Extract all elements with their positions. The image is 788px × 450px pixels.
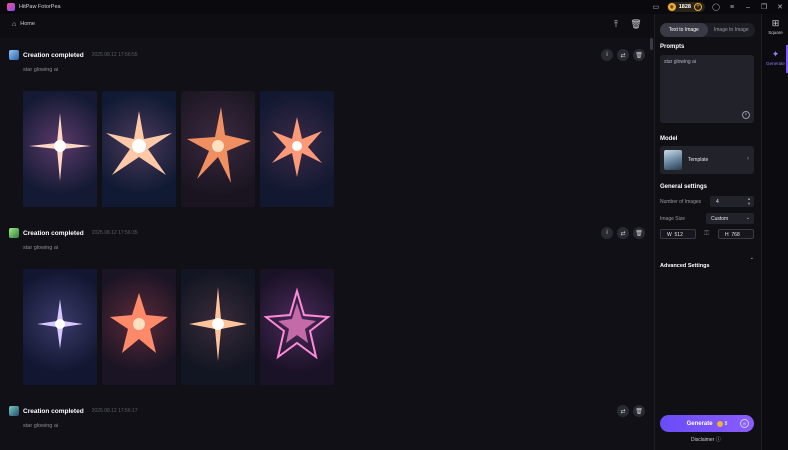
home-icon: ⌂	[12, 20, 17, 28]
height-value: 768	[731, 232, 740, 238]
prompt-value: star glowing ai	[664, 59, 696, 65]
delete-icon[interactable]: 🗑	[633, 49, 645, 61]
generated-image[interactable]	[23, 91, 97, 207]
export-icon[interactable]: ⤒	[606, 14, 626, 34]
user-icon[interactable]: ◯	[708, 0, 724, 14]
add-credits-button[interactable]: +	[694, 3, 702, 11]
title-bar: HitPaw FotorPea ▭ ◉ 1828 + ◯ ≡ – ❐ ✕	[0, 0, 788, 14]
minimize-icon[interactable]: –	[740, 0, 756, 14]
card-prompt: star glowing ai	[23, 245, 59, 251]
tab-image-to-image[interactable]: Image to Image	[708, 23, 756, 37]
results-feed: Creation completed 2025.08.12 17:56:55 i…	[0, 38, 654, 450]
width-label: W	[667, 232, 672, 238]
card-date: 2025.08.12 17:56:35	[91, 230, 138, 236]
card-thumbnail	[9, 50, 19, 60]
generate-cost: 8	[724, 420, 728, 427]
card-prompt: star glowing ai	[23, 67, 59, 73]
rail-item-generate[interactable]: ✦ Generate	[762, 49, 788, 66]
coin-icon: ◉	[667, 3, 676, 11]
clock-icon[interactable]: ◷	[740, 419, 749, 428]
generated-image[interactable]	[181, 91, 255, 207]
card-date: 2025.08.12 17:56:17	[91, 408, 138, 414]
advanced-settings-toggle[interactable]: Advanced Settings ⌄	[660, 254, 754, 269]
tab-text-to-image[interactable]: Text to Image	[660, 23, 708, 37]
disclaimer-link[interactable]: Disclaimer ⓘ	[691, 436, 721, 443]
coin-icon	[716, 420, 723, 427]
prompts-title: Prompts	[660, 44, 685, 50]
regenerate-icon[interactable]: ⇄	[617, 405, 629, 417]
aspect-lock-icon[interactable]: ⚿	[704, 230, 709, 238]
generated-image[interactable]	[260, 91, 334, 207]
card-title: Creation completed	[23, 407, 84, 415]
rail-label: Square	[768, 30, 783, 35]
width-field[interactable]: W 512	[660, 229, 696, 239]
image-size-select[interactable]: Custom ⌄	[706, 213, 754, 224]
height-label: H	[725, 232, 729, 238]
rail-item-square[interactable]: ⊞ Square	[762, 18, 788, 35]
chevron-right-icon: ›	[747, 156, 749, 162]
card-thumbnail	[9, 228, 19, 238]
chevron-down-icon: ⌄	[749, 255, 754, 261]
home-label: Home	[20, 21, 35, 27]
model-title: Model	[660, 136, 678, 142]
num-images-value: 4	[716, 199, 719, 205]
advanced-settings-label: Advanced Settings	[660, 263, 710, 269]
prompt-input[interactable]: star glowing ai ×	[660, 55, 754, 123]
result-card: Creation completed 2025.08.12 17:56:55 i…	[0, 38, 654, 217]
delete-all-icon[interactable]: 🗑	[626, 14, 646, 34]
credits-badge[interactable]: ◉ 1828 +	[666, 2, 705, 12]
generated-image[interactable]	[181, 269, 255, 385]
disclaimer-label: Disclaimer	[691, 437, 715, 443]
rail-label: Generate	[766, 61, 785, 66]
info-icon[interactable]: i	[601, 227, 613, 239]
restore-icon[interactable]: ❐	[756, 0, 772, 14]
card-date: 2025.08.12 17:56:55	[91, 52, 138, 58]
credits-count: 1828	[678, 4, 691, 10]
info-icon[interactable]: i	[601, 49, 613, 61]
feed-scrollbar[interactable]	[650, 38, 653, 50]
menu-icon[interactable]: ≡	[724, 0, 740, 14]
card-prompt: star glowing ai	[23, 423, 59, 429]
chevron-down-icon: ⌄	[745, 215, 750, 221]
generated-image[interactable]	[102, 91, 176, 207]
height-field[interactable]: H 768	[718, 229, 754, 239]
generated-image[interactable]	[102, 269, 176, 385]
sparkle-icon: ✦	[771, 49, 780, 59]
app-title: HitPaw FotorPea	[19, 4, 61, 10]
delete-icon[interactable]: 🗑	[633, 227, 645, 239]
stepper-arrows-icon[interactable]: ▲ ▼	[747, 196, 751, 206]
regenerate-icon[interactable]: ⇄	[617, 49, 629, 61]
close-icon[interactable]: ✕	[772, 0, 788, 14]
generated-image[interactable]	[23, 269, 97, 385]
model-name: Template	[688, 157, 709, 163]
result-card: Creation completed 2025.08.12 17:56:35 i…	[0, 216, 654, 395]
clear-icon[interactable]: ×	[742, 111, 750, 119]
generated-image[interactable]	[260, 269, 334, 385]
card-title: Creation completed	[23, 229, 84, 237]
home-button[interactable]: ⌂ Home	[12, 21, 35, 28]
right-rail: ⊞ Square ✦ Generate	[761, 14, 788, 450]
model-selector[interactable]: Template ›	[660, 146, 754, 174]
card-thumbnail	[9, 406, 19, 416]
generate-label: Generate	[686, 420, 713, 427]
general-settings-title: General settings	[660, 184, 708, 190]
mode-tabs: Text to Image Image to Image	[660, 23, 755, 37]
card-title: Creation completed	[23, 51, 84, 59]
image-size-label: Image Size	[660, 216, 686, 222]
width-value: 512	[674, 232, 683, 238]
monitor-icon[interactable]: ▭	[648, 0, 664, 14]
generate-button[interactable]: Generate 8 ◷	[660, 415, 754, 432]
delete-icon[interactable]: 🗑	[633, 405, 645, 417]
regenerate-icon[interactable]: ⇄	[617, 227, 629, 239]
grid-icon: ⊞	[771, 18, 780, 28]
num-images-stepper[interactable]: 4 ▲ ▼	[710, 196, 754, 207]
model-thumbnail	[664, 150, 682, 170]
settings-panel: Text to Image Image to Image Prompts sta…	[655, 14, 761, 450]
result-card: Creation completed 2025.08.12 17:56:17 ⇄…	[0, 394, 654, 450]
image-size-value: Custom	[711, 216, 729, 222]
app-logo-icon	[7, 3, 15, 11]
num-images-label: Number of Images	[660, 199, 702, 205]
sub-header: ⌂ Home ⤒ 🗑	[0, 14, 654, 34]
